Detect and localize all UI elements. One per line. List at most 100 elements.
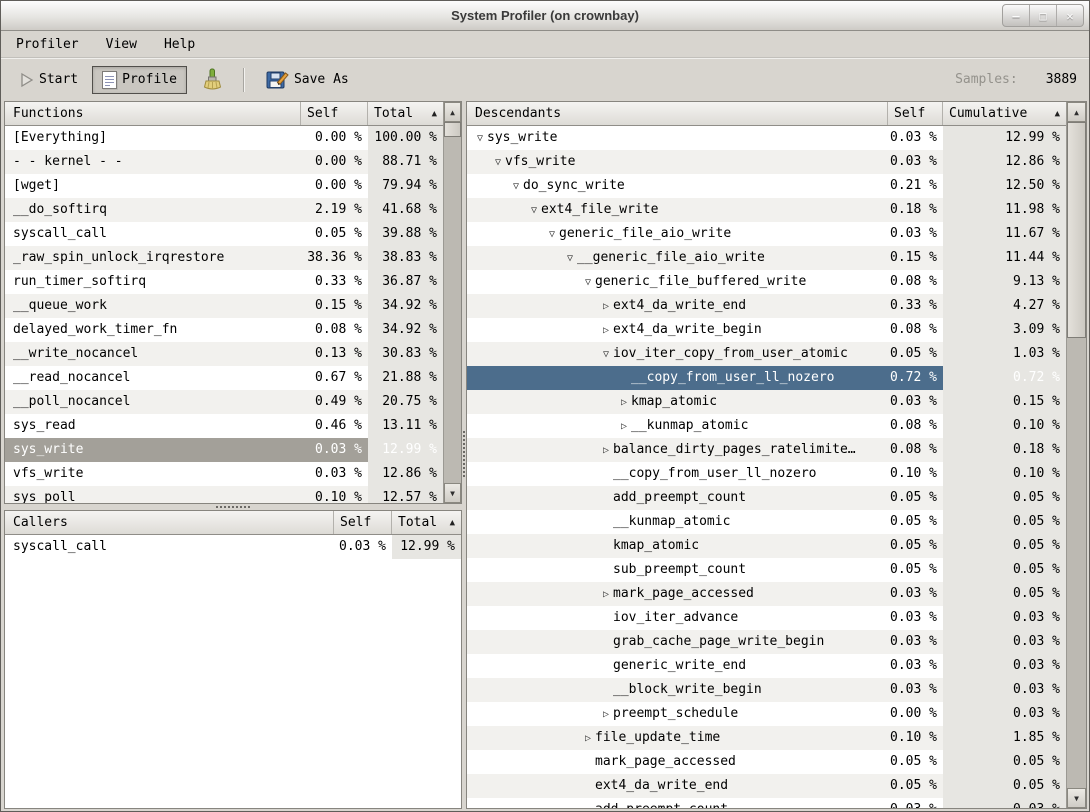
descendants-scrollbar-thumb[interactable] — [1067, 122, 1086, 338]
descendants-cumulative-column-header[interactable]: Cumulative▲ — [943, 102, 1066, 125]
expander-open-icon[interactable]: ▽ — [563, 247, 577, 270]
tree-row[interactable]: ▽ext4_file_write0.18 %11.98 % — [467, 198, 1066, 222]
table-row[interactable]: run_timer_softirq0.33 %36.87 % — [5, 270, 443, 294]
tree-row[interactable]: __copy_from_user_ll_nozero0.10 %0.10 % — [467, 462, 1066, 486]
descendants-self-column-header[interactable]: Self — [888, 102, 943, 125]
save-as-button[interactable]: Save As — [256, 64, 359, 95]
scroll-down-icon[interactable]: ▼ — [444, 483, 461, 503]
table-row[interactable]: sys_read0.46 %13.11 % — [5, 414, 443, 438]
tree-row[interactable]: add_preempt_count0.05 %0.05 % — [467, 486, 1066, 510]
tree-row[interactable]: ▽iov_iter_copy_from_user_atomic0.05 %1.0… — [467, 342, 1066, 366]
reset-button[interactable] — [191, 63, 232, 97]
table-row[interactable]: __do_softirq2.19 %41.68 % — [5, 198, 443, 222]
expander-closed-icon[interactable]: ▷ — [599, 703, 613, 726]
expander-open-icon[interactable]: ▽ — [581, 271, 595, 294]
tree-row[interactable]: ▷mark_page_accessed0.03 %0.05 % — [467, 582, 1066, 606]
tree-row[interactable]: __copy_from_user_ll_nozero0.72 %0.72 % — [467, 366, 1066, 390]
table-row[interactable]: vfs_write0.03 %12.86 % — [5, 462, 443, 486]
table-row[interactable]: _raw_spin_unlock_irqrestore38.36 %38.83 … — [5, 246, 443, 270]
expander-closed-icon[interactable]: ▷ — [599, 319, 613, 342]
tree-row[interactable]: ▷balance_dirty_pages_ratelimite…0.08 %0.… — [467, 438, 1066, 462]
expander-open-icon[interactable]: ▽ — [527, 199, 541, 222]
tree-row[interactable]: ▽sys_write0.03 %12.99 % — [467, 126, 1066, 150]
function-name: _raw_spin_unlock_irqrestore — [5, 246, 301, 270]
tree-row[interactable]: ▷kmap_atomic0.03 %0.15 % — [467, 390, 1066, 414]
maximize-button[interactable]: □ — [1029, 5, 1056, 26]
expander-closed-icon[interactable]: ▷ — [599, 439, 613, 462]
tree-row[interactable]: __block_write_begin0.03 %0.03 % — [467, 678, 1066, 702]
table-row[interactable]: __queue_work0.15 %34.92 % — [5, 294, 443, 318]
menu-help[interactable]: Help — [162, 36, 197, 53]
menu-profiler[interactable]: Profiler — [14, 36, 81, 53]
table-row[interactable]: [Everything]0.00 %100.00 % — [5, 126, 443, 150]
self-percent: 0.49 % — [301, 390, 368, 414]
tree-row[interactable]: mark_page_accessed0.05 %0.05 % — [467, 750, 1066, 774]
descendants-scrollbar[interactable]: ▲ ▼ — [1066, 102, 1086, 808]
function-name: __queue_work — [5, 294, 301, 318]
tree-row[interactable]: add_preempt_count0.03 %0.03 % — [467, 798, 1066, 808]
scroll-down-icon[interactable]: ▼ — [1067, 788, 1086, 808]
profile-button[interactable]: Profile — [92, 66, 187, 94]
table-row[interactable]: delayed_work_timer_fn0.08 %34.92 % — [5, 318, 443, 342]
callers-column-header[interactable]: Callers — [5, 511, 334, 534]
tree-row[interactable]: ▷file_update_time0.10 %1.85 % — [467, 726, 1066, 750]
tree-row[interactable]: ext4_da_write_end0.05 %0.05 % — [467, 774, 1066, 798]
tree-row[interactable]: ▽generic_file_aio_write0.03 %11.67 % — [467, 222, 1066, 246]
expander-open-icon[interactable]: ▽ — [473, 127, 487, 150]
scroll-up-icon[interactable]: ▲ — [444, 102, 461, 122]
descendants-column-header[interactable]: Descendants — [467, 102, 888, 125]
table-row[interactable]: - - kernel - -0.00 %88.71 % — [5, 150, 443, 174]
table-row[interactable]: [wget]0.00 %79.94 % — [5, 174, 443, 198]
functions-column-header[interactable]: Functions — [5, 102, 301, 125]
start-button[interactable]: Start — [9, 67, 88, 93]
tree-row[interactable]: grab_cache_page_write_begin0.03 %0.03 % — [467, 630, 1066, 654]
tree-row[interactable]: __kunmap_atomic0.05 %0.05 % — [467, 510, 1066, 534]
tree-row[interactable]: generic_write_end0.03 %0.03 % — [467, 654, 1066, 678]
expander-open-icon[interactable]: ▽ — [509, 175, 523, 198]
total-percent: 38.83 % — [368, 246, 443, 270]
tree-row[interactable]: ▷ext4_da_write_end0.33 %4.27 % — [467, 294, 1066, 318]
cumulative-percent: 0.10 % — [943, 462, 1066, 486]
tree-row[interactable]: ▽vfs_write0.03 %12.86 % — [467, 150, 1066, 174]
self-percent: 0.10 % — [888, 726, 943, 750]
table-row[interactable]: syscall_call0.03 %12.99 % — [5, 535, 461, 559]
tree-row[interactable]: ▽generic_file_buffered_write0.08 %9.13 % — [467, 270, 1066, 294]
tree-row[interactable]: kmap_atomic0.05 %0.05 % — [467, 534, 1066, 558]
expander-open-icon[interactable]: ▽ — [599, 343, 613, 366]
expander-closed-icon[interactable]: ▷ — [599, 295, 613, 318]
expander-closed-icon[interactable]: ▷ — [617, 391, 631, 414]
table-row[interactable]: __read_nocancel0.67 %21.88 % — [5, 366, 443, 390]
callers-self-column-header[interactable]: Self — [334, 511, 392, 534]
functions-scrollbar-thumb[interactable] — [444, 122, 461, 137]
table-row[interactable]: sys_poll0.10 %12.57 % — [5, 486, 443, 503]
tree-row[interactable]: ▷ext4_da_write_begin0.08 %3.09 % — [467, 318, 1066, 342]
minimize-button[interactable]: – — [1003, 5, 1029, 26]
callers-total-column-header[interactable]: Total▲ — [392, 511, 461, 534]
scroll-up-icon[interactable]: ▲ — [1067, 102, 1086, 122]
table-row[interactable]: __poll_nocancel0.49 %20.75 % — [5, 390, 443, 414]
functions-self-column-header[interactable]: Self — [301, 102, 368, 125]
tree-row[interactable]: sub_preempt_count0.05 %0.05 % — [467, 558, 1066, 582]
table-row[interactable]: syscall_call0.05 %39.88 % — [5, 222, 443, 246]
function-label: ext4_file_write — [541, 202, 658, 217]
table-row[interactable]: sys_write0.03 %12.99 % — [5, 438, 443, 462]
function-name: __copy_from_user_ll_nozero — [467, 462, 888, 486]
tree-row[interactable]: ▷__kunmap_atomic0.08 %0.10 % — [467, 414, 1066, 438]
expander-open-icon[interactable]: ▽ — [545, 223, 559, 246]
table-row[interactable]: __write_nocancel0.13 %30.83 % — [5, 342, 443, 366]
expander-closed-icon[interactable]: ▷ — [581, 727, 595, 750]
expander-open-icon[interactable]: ▽ — [491, 151, 505, 174]
menu-view[interactable]: View — [104, 36, 139, 53]
tree-row[interactable]: iov_iter_advance0.03 %0.03 % — [467, 606, 1066, 630]
tree-row[interactable]: ▷preempt_schedule0.00 %0.03 % — [467, 702, 1066, 726]
close-button[interactable]: ✕ — [1056, 5, 1083, 26]
expander-closed-icon[interactable]: ▷ — [599, 583, 613, 606]
tree-row[interactable]: ▽do_sync_write0.21 %12.50 % — [467, 174, 1066, 198]
functions-scrollbar[interactable]: ▲ ▼ — [443, 102, 461, 503]
function-name: __poll_nocancel — [5, 390, 301, 414]
titlebar[interactable]: System Profiler (on crownbay) – □ ✕ — [1, 1, 1089, 31]
functions-total-column-header[interactable]: Total▲ — [368, 102, 443, 125]
expander-closed-icon[interactable]: ▷ — [617, 415, 631, 438]
self-percent: 0.21 % — [888, 174, 943, 198]
tree-row[interactable]: ▽__generic_file_aio_write0.15 %11.44 % — [467, 246, 1066, 270]
